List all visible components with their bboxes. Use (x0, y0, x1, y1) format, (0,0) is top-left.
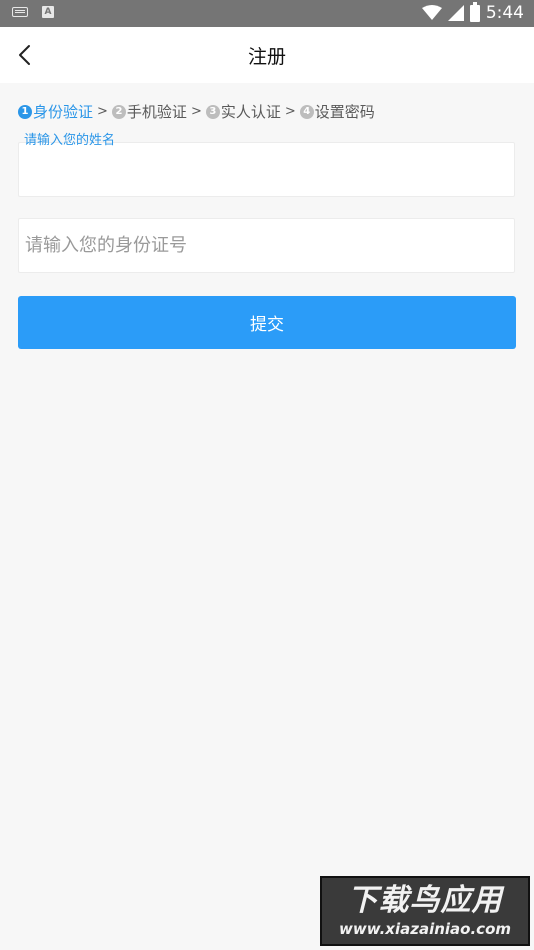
battery-icon (469, 1, 480, 22)
keyboard-icon (12, 7, 28, 17)
page-title: 注册 (247, 46, 286, 68)
name-field-label: 请输入您的姓名 (24, 133, 116, 148)
wifi-icon (421, 5, 442, 20)
step-4-label: 设置密码 (314, 103, 375, 121)
step-3-number: 3 (205, 104, 220, 119)
step-2-number: 2 (111, 104, 126, 119)
step-4: 4 设置密码 (299, 101, 375, 122)
step-1-number: 1 (18, 104, 32, 119)
id-number-input[interactable] (19, 219, 514, 272)
status-bar-right: 5:44 (421, 1, 524, 23)
status-bar: A 5:44 (0, 0, 534, 27)
status-bar-left: A (12, 6, 54, 18)
step-indicator: 1 身份验证 > 2 手机验证 > 3 实人认证 > 4 设置密码 (18, 101, 375, 122)
step-2-label: 手机验证 (126, 103, 187, 121)
app-header: 注册 (0, 27, 534, 83)
submit-button[interactable]: 提交 (18, 296, 516, 349)
watermark-title: 下载鸟应用 (347, 883, 503, 918)
id-field-container (18, 218, 515, 273)
step-3: 3 实人认证 (205, 101, 281, 122)
a-badge-icon: A (42, 6, 54, 18)
step-4-number: 4 (299, 104, 314, 119)
step-1-label: 身份验证 (33, 103, 94, 121)
watermark-logo: 下载鸟应用 www.xiazainiao.com (320, 876, 530, 946)
step-separator: > (284, 104, 296, 119)
step-3-label: 实人认证 (220, 103, 281, 121)
step-1: 1 身份验证 (18, 101, 93, 122)
signal-icon (447, 5, 464, 21)
status-time: 5:44 (485, 3, 524, 23)
name-field-container (18, 142, 515, 197)
step-2: 2 手机验证 (111, 101, 187, 122)
step-separator: > (97, 104, 108, 119)
watermark-url: www.xiazainiao.com (338, 920, 512, 938)
name-input[interactable] (19, 143, 514, 196)
step-separator: > (190, 104, 202, 119)
